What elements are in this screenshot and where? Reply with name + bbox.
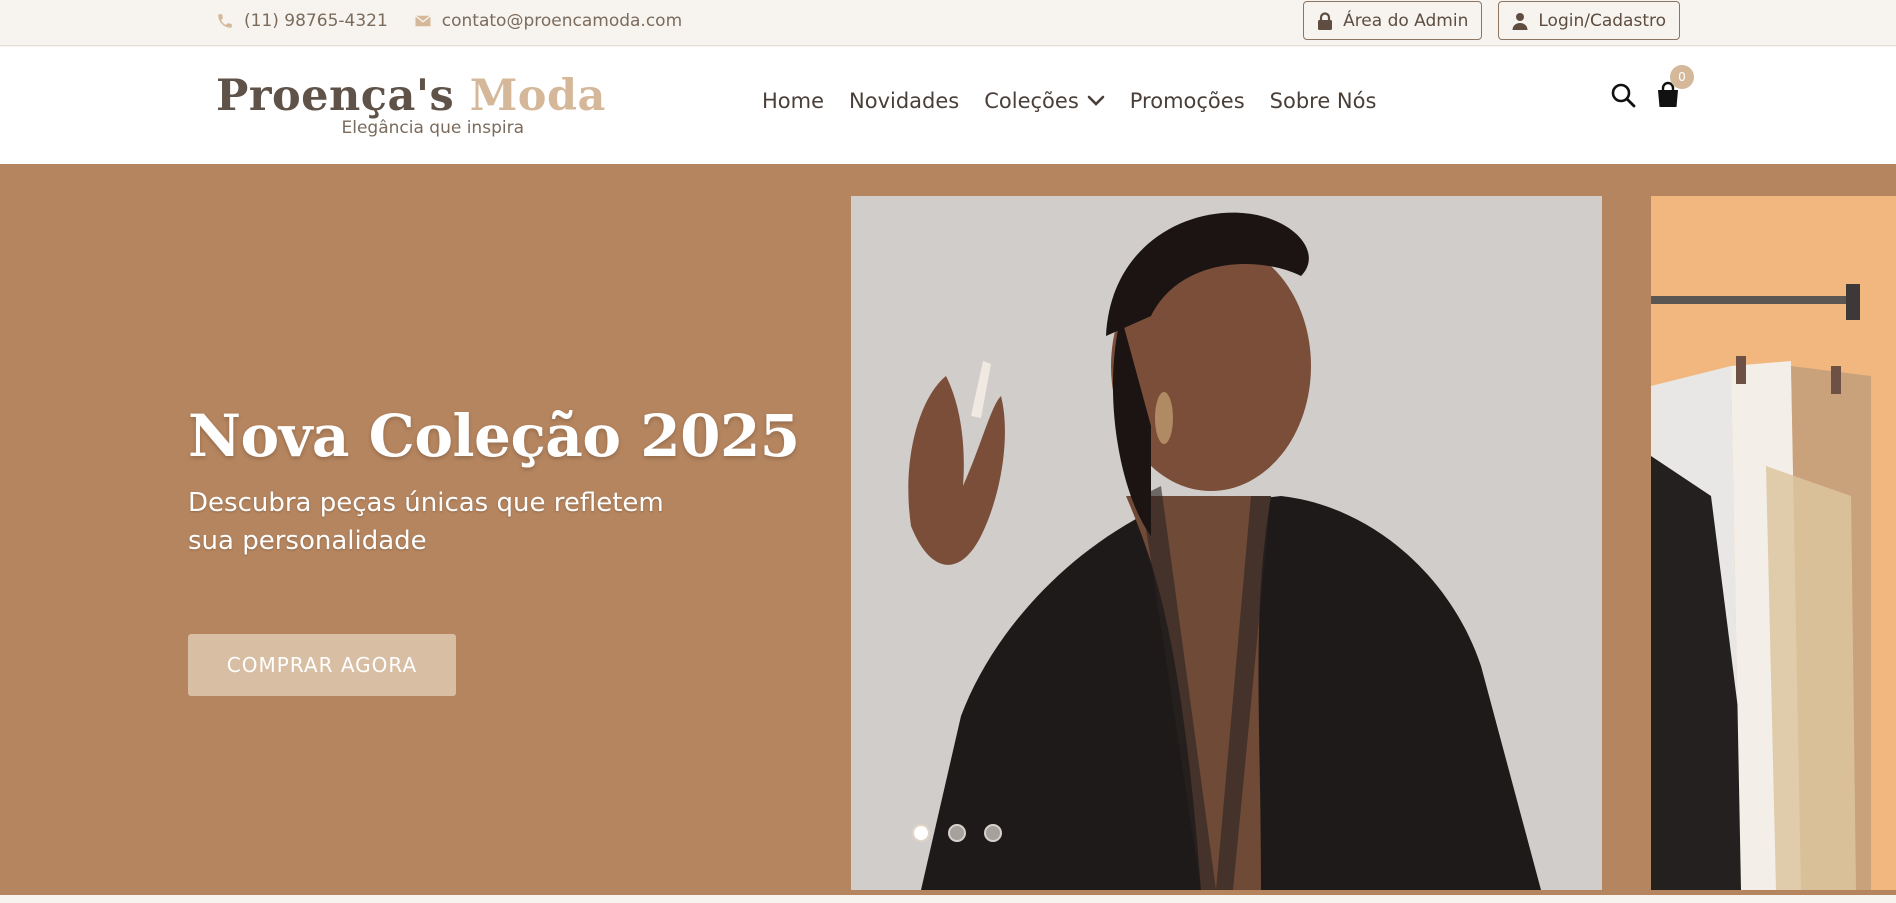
admin-area-label: Área do Admin bbox=[1343, 10, 1469, 31]
cart-count-badge: 0 bbox=[1670, 65, 1694, 89]
logo-tagline: Elegância que inspira bbox=[341, 118, 524, 138]
hero-carousel: Nova Coleção 2025 Descubra peças únicas … bbox=[0, 164, 1896, 895]
email-text: contato@proencamoda.com bbox=[441, 11, 683, 31]
logo-name-main: Proença's bbox=[216, 71, 455, 121]
hero-subtitle: Descubra peças únicas que refletem sua p… bbox=[188, 488, 664, 556]
login-register-button[interactable]: Login/Cadastro bbox=[1498, 1, 1680, 40]
lock-icon bbox=[1318, 11, 1333, 30]
email-contact[interactable]: contato@proencamoda.com bbox=[414, 11, 682, 31]
model-illustration bbox=[851, 196, 1602, 890]
page-bottom-strip bbox=[0, 895, 1896, 903]
logo-name: Proença's Moda bbox=[216, 71, 605, 121]
nav-colecoes-label: Coleções bbox=[984, 89, 1079, 113]
carousel-dot-2[interactable] bbox=[948, 824, 966, 842]
hero-slide-image-model bbox=[851, 196, 1602, 890]
main-header: Proença's Moda Elegância que inspira Hom… bbox=[0, 47, 1896, 164]
envelope-icon bbox=[414, 15, 431, 27]
main-nav: Home Novidades Coleções Promoções Sobre … bbox=[762, 89, 1376, 113]
chevron-down-icon bbox=[1087, 95, 1105, 106]
carousel-dots bbox=[912, 824, 1002, 842]
nav-home[interactable]: Home bbox=[762, 89, 824, 113]
nav-promocoes[interactable]: Promoções bbox=[1130, 89, 1245, 113]
hero-content: Nova Coleção 2025 Descubra peças únicas … bbox=[188, 400, 800, 696]
top-bar: (11) 98765-4321 contato@proencamoda.com … bbox=[0, 0, 1896, 46]
carousel-dot-3[interactable] bbox=[984, 824, 1002, 842]
carousel-dot-1[interactable] bbox=[912, 824, 930, 842]
contact-info: (11) 98765-4321 contato@proencamoda.com bbox=[216, 11, 682, 31]
nav-sobre-nos[interactable]: Sobre Nós bbox=[1270, 89, 1377, 113]
nav-novidades[interactable]: Novidades bbox=[849, 89, 959, 113]
phone-icon bbox=[218, 14, 232, 28]
admin-area-button[interactable]: Área do Admin bbox=[1303, 1, 1483, 40]
shop-now-button[interactable]: COMPRAR AGORA bbox=[188, 634, 456, 696]
user-icon bbox=[1512, 12, 1528, 30]
hero-title: Nova Coleção 2025 bbox=[188, 402, 800, 470]
phone-text: (11) 98765-4321 bbox=[244, 11, 388, 31]
phone-contact[interactable]: (11) 98765-4321 bbox=[216, 11, 388, 31]
site-logo[interactable]: Proença's Moda Elegância que inspira bbox=[216, 71, 605, 141]
cart-button[interactable]: 0 bbox=[1656, 65, 1694, 109]
nav-colecoes[interactable]: Coleções bbox=[984, 89, 1105, 113]
search-icon[interactable] bbox=[1610, 82, 1636, 108]
hero-slide-image-rack bbox=[1651, 196, 1896, 890]
clothing-rack-illustration bbox=[1651, 196, 1896, 890]
login-register-label: Login/Cadastro bbox=[1538, 10, 1666, 31]
logo-name-accent: Moda bbox=[469, 71, 606, 121]
